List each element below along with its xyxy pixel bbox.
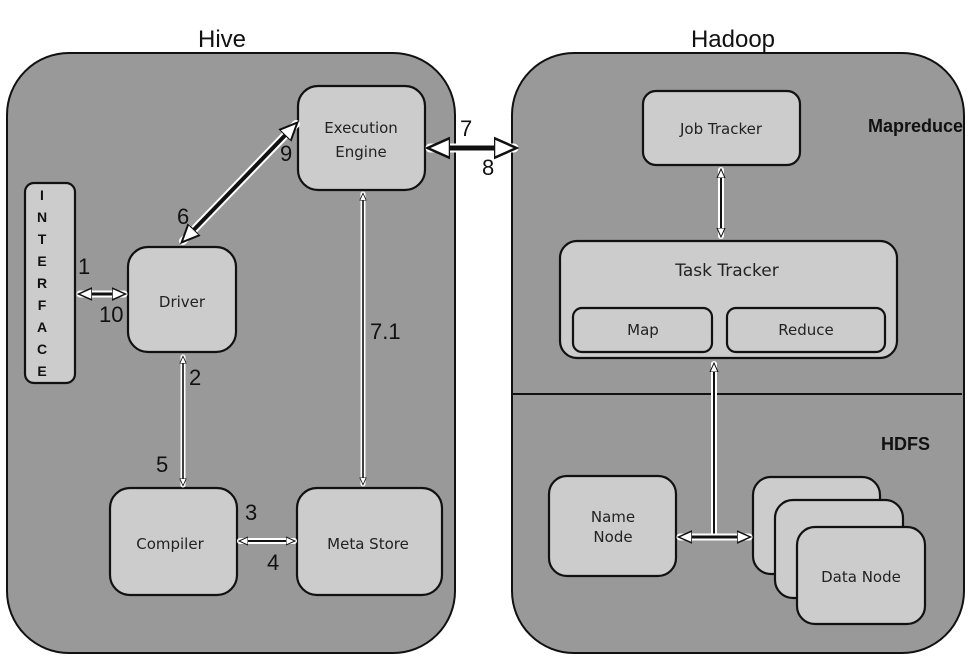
name-node-box[interactable]: Name Node bbox=[547, 474, 678, 578]
execution-engine-box[interactable]: Execution Engine bbox=[296, 84, 427, 192]
step-label-8: 8 bbox=[482, 155, 494, 180]
interface-letter: E bbox=[37, 363, 46, 379]
meta-store-label: Meta Store bbox=[327, 535, 409, 553]
step-label-4: 4 bbox=[267, 550, 279, 575]
step-label-10: 10 bbox=[99, 302, 123, 327]
name-node-label-line2: Node bbox=[593, 528, 632, 546]
interface-letter: C bbox=[37, 341, 47, 357]
reduce-label: Reduce bbox=[778, 321, 833, 339]
hdfs-label: HDFS bbox=[881, 434, 930, 454]
hive-title: Hive bbox=[198, 26, 246, 53]
step-label-3: 3 bbox=[245, 500, 257, 525]
reduce-box[interactable]: Reduce bbox=[725, 306, 887, 354]
interface-letter: A bbox=[37, 319, 47, 335]
step-label-5: 5 bbox=[156, 452, 168, 477]
step-label-2: 2 bbox=[189, 365, 201, 390]
step-label-9: 9 bbox=[280, 141, 292, 166]
driver-box[interactable]: Driver bbox=[126, 245, 238, 354]
compiler-box[interactable]: Compiler bbox=[108, 486, 239, 597]
interface-letter: I bbox=[40, 187, 44, 203]
interface-letter: F bbox=[38, 297, 47, 313]
step-label-7: 7 bbox=[460, 116, 472, 141]
interface-letter: E bbox=[37, 253, 46, 269]
driver-label: Driver bbox=[159, 293, 206, 311]
job-tracker-label: Job Tracker bbox=[679, 120, 763, 138]
map-label: Map bbox=[627, 321, 659, 339]
interface-letter: T bbox=[38, 231, 47, 247]
task-tracker-label: Task Tracker bbox=[674, 261, 778, 281]
hadoop-title: Hadoop bbox=[691, 26, 775, 53]
job-tracker-box[interactable]: Job Tracker bbox=[641, 89, 802, 167]
step-label-6: 6 bbox=[177, 204, 189, 229]
step-label-7-1: 7.1 bbox=[370, 319, 401, 344]
compiler-label: Compiler bbox=[136, 535, 204, 553]
interface-letter: N bbox=[37, 209, 47, 225]
data-node-label: Data Node bbox=[821, 568, 901, 586]
interface-box[interactable]: INTERFACE bbox=[23, 181, 77, 385]
map-box[interactable]: Map bbox=[571, 306, 714, 354]
hive-architecture-diagram: Hive Hadoop Mapreduce HDFS INTERFACE Exe… bbox=[6, 26, 965, 654]
name-node-label-line1: Name bbox=[591, 508, 635, 526]
execution-engine-label-line1: Execution bbox=[324, 119, 398, 137]
step-label-1: 1 bbox=[78, 254, 90, 279]
mapreduce-label: Mapreduce bbox=[868, 116, 963, 136]
interface-letter: R bbox=[37, 275, 47, 291]
execution-engine-label-line2: Engine bbox=[335, 143, 386, 161]
meta-store-box[interactable]: Meta Store bbox=[295, 486, 444, 597]
